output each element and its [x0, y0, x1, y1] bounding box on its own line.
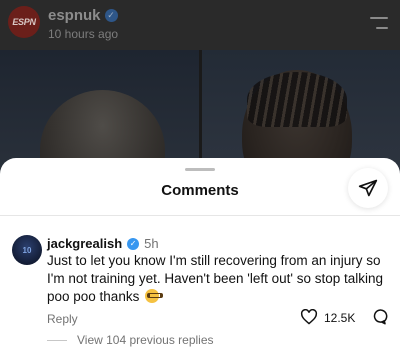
send-icon	[358, 179, 378, 197]
sheet-title: Comments	[161, 182, 239, 199]
verified-icon: ✓	[127, 237, 140, 250]
share-button[interactable]	[348, 168, 388, 208]
post-avatar[interactable]: ESPN	[8, 6, 40, 38]
verified-icon: ✓	[104, 9, 118, 22]
post-timestamp: 10 hours ago	[48, 27, 119, 41]
post-username[interactable]: espnuk	[48, 7, 101, 24]
post-avatar-logo: ESPN	[12, 17, 36, 27]
comment-timestamp: 5h	[144, 236, 159, 251]
like-count: 12.5K	[324, 311, 356, 325]
comment-avatar-jersey: 10	[22, 245, 32, 255]
drag-handle[interactable]	[185, 168, 215, 171]
comment-header: jackgrealish ✓ 5h	[47, 236, 159, 251]
heart-icon[interactable]	[300, 309, 318, 325]
comment-body: Just to let you know I'm still recoverin…	[47, 252, 392, 306]
comments-sheet: Comments 10 jackgrealish ✓ 5h Just to le…	[0, 158, 400, 354]
post-header: ESPN espnuk ✓ 10 hours ago	[0, 0, 400, 50]
sheet-divider	[0, 215, 400, 216]
comment-avatar[interactable]: 10	[12, 235, 42, 265]
reply-button[interactable]: Reply	[47, 312, 78, 326]
nerd-face-emoji-icon	[145, 289, 164, 303]
replies-line	[47, 339, 67, 341]
view-replies-link[interactable]: View 104 previous replies	[47, 333, 214, 347]
view-replies-label: View 104 previous replies	[77, 333, 214, 347]
post-username-row: espnuk ✓	[48, 7, 118, 24]
reply-bubble-icon[interactable]	[370, 308, 388, 326]
menu-icon[interactable]	[370, 17, 388, 31]
comment-text: Just to let you know I'm still recoverin…	[47, 253, 383, 304]
comment-username[interactable]: jackgrealish	[47, 236, 122, 251]
